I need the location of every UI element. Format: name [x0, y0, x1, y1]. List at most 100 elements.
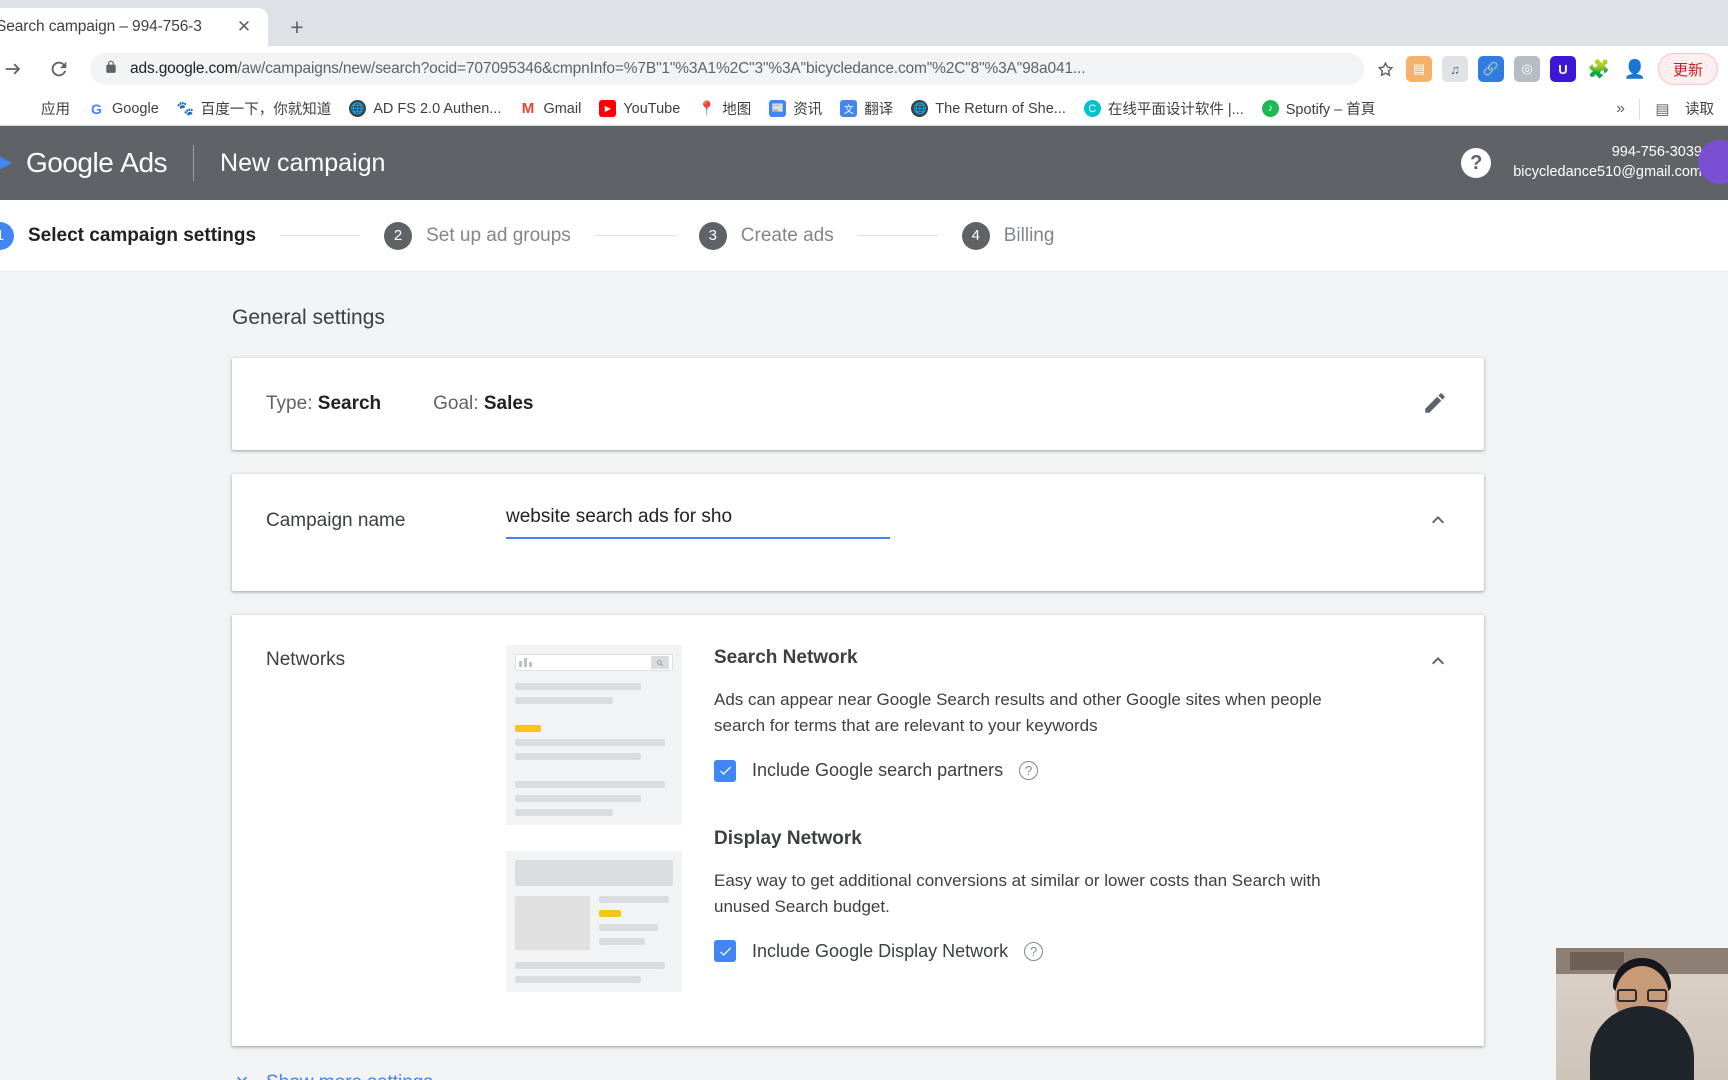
goal-label: Goal: [433, 393, 479, 414]
notes-extension-icon[interactable]: ▤ [1405, 56, 1432, 82]
apps-icon [17, 100, 34, 117]
address-bar[interactable]: ads.google.com/aw/campaigns/new/search?o… [90, 53, 1364, 85]
campaign-goal: Goal: Sales [433, 393, 533, 415]
display-network-description: Easy way to get additional conversions a… [714, 870, 1321, 917]
campaign-name-label: Campaign name [266, 510, 406, 531]
step-select-campaign-settings[interactable]: 1 Select campaign settings [0, 221, 256, 250]
step-number: 2 [384, 221, 413, 250]
help-question-icon[interactable]: ? [1024, 941, 1044, 961]
campaign-stepper: 1 Select campaign settings 2 Set up ad g… [0, 200, 1728, 272]
chevron-up-icon[interactable] [1426, 649, 1450, 673]
bookmark-item-translate[interactable]: 文 翻译 [831, 96, 902, 122]
spotify-icon: ♪ [1261, 100, 1279, 117]
bookmarks-overflow: » ▤ 读取 [1616, 98, 1720, 119]
checkbox-checked-icon[interactable] [714, 759, 736, 782]
bookmark-label: YouTube [623, 100, 681, 117]
browser-tab[interactable]: Search campaign – 994-756-3 ✕ [0, 8, 268, 46]
step-create-ads[interactable]: 3 Create ads [698, 221, 834, 250]
baidu-icon: 🐾 [176, 100, 194, 116]
show-more-settings-button[interactable]: Show more settings [232, 1070, 1484, 1080]
show-more-settings-label: Show more settings [266, 1072, 433, 1080]
update-button[interactable]: 更新 [1657, 53, 1718, 85]
step-number: 3 [698, 221, 727, 250]
display-network-checkbox-row[interactable]: Include Google Display Network ? [714, 940, 1450, 963]
thumb-bar [598, 896, 670, 903]
checkbox-checked-icon[interactable] [714, 940, 736, 963]
reload-icon[interactable] [42, 52, 76, 86]
bookmark-item-maps[interactable]: 📍 地图 [689, 96, 760, 122]
new-tab-icon[interactable]: + [278, 8, 316, 46]
search-partners-checkbox-row[interactable]: Include Google search partners ? [714, 759, 1450, 782]
help-icon[interactable]: ? [1461, 148, 1492, 178]
thumb-ad-badge [598, 910, 621, 917]
brand-ads-text: Ads [120, 147, 168, 178]
bookmark-item-news[interactable]: 📰 资讯 [760, 96, 831, 122]
campaign-type: Type: Search [266, 393, 381, 415]
step-number: 4 [961, 221, 990, 250]
type-value: Search [317, 393, 382, 414]
app-header: Google Ads New campaign ? 994-756-3039 bi… [0, 126, 1728, 200]
thumb-bar [515, 739, 666, 746]
profile-avatar-icon[interactable]: 👤 [1622, 56, 1648, 82]
translate-icon: 文 [840, 100, 858, 117]
account-info[interactable]: 994-756-3039 bicycledance510@gmail.com [1513, 143, 1702, 182]
display-network-label: Include Google Display Network [752, 940, 1009, 961]
bookmark-item-apps[interactable]: 应用 [8, 96, 79, 122]
close-icon[interactable]: ✕ [232, 15, 256, 39]
type-goal-card: Type: Search Goal: Sales [232, 358, 1484, 450]
thumb-ad-badge [515, 725, 541, 732]
page-title: New campaign [220, 148, 386, 177]
bookmark-item-return-of-she[interactable]: 🌐 The Return of She... [902, 96, 1075, 122]
globe-icon: 🌐 [911, 100, 929, 117]
step-label: Create ads [740, 224, 834, 246]
thumb-bar [515, 809, 613, 816]
google-ads-logo-icon [0, 143, 22, 183]
u-extension-icon[interactable]: U [1549, 56, 1576, 82]
bookmark-item-canva[interactable]: C 在线平面设计软件 |... [1075, 96, 1253, 122]
bookmarks-overflow-icon[interactable]: » [1616, 100, 1625, 118]
thumb-bar [515, 976, 642, 983]
extension-icons: ▤ ♫ 🔗 ◎ U 🧩 👤 [1405, 56, 1648, 82]
step-connector [857, 235, 938, 236]
bookmark-item-google[interactable]: G Google [79, 96, 168, 122]
type-label: Type: [266, 393, 313, 414]
main-content: General settings Type: Search Goal: Sale… [0, 272, 1728, 1080]
bookmark-item-gmail[interactable]: M Gmail [510, 96, 590, 122]
youtube-icon: ▶ [599, 100, 617, 117]
forward-arrow-icon[interactable] [0, 52, 30, 86]
campaign-name-input[interactable] [506, 506, 890, 539]
avatar[interactable] [1698, 140, 1728, 184]
pencil-icon[interactable] [1422, 390, 1450, 418]
networks-card: Networks Search Network Ads can appear n… [232, 615, 1484, 1046]
bookmark-label: 百度一下，你就知道 [200, 102, 332, 118]
campaign-name-field [506, 506, 890, 539]
step-set-up-ad-groups[interactable]: 2 Set up ad groups [384, 221, 571, 250]
bookmark-item-spotify[interactable]: ♪ Spotify – 首頁 [1253, 96, 1384, 122]
bookmark-item-adfs[interactable]: 🌐 AD FS 2.0 Authen... [340, 96, 510, 122]
bookmark-item-youtube[interactable]: ▶ YouTube [590, 96, 689, 122]
search-partners-label: Include Google search partners [752, 760, 1004, 781]
search-network-title: Search Network [714, 647, 858, 668]
display-network-title: Display Network [714, 827, 862, 849]
url-text: ads.google.com/aw/campaigns/new/search?o… [130, 60, 1350, 78]
step-billing[interactable]: 4 Billing [961, 221, 1054, 250]
reading-list-label[interactable]: 读取 [1685, 98, 1714, 119]
chevron-up-icon[interactable] [1426, 508, 1450, 532]
google-ads-brand: Google Ads [26, 147, 168, 179]
url-domain: ads.google.com [130, 60, 238, 77]
bookmark-label: Spotify – 首頁 [1285, 102, 1376, 118]
puzzle-extensions-icon[interactable]: 🧩 [1586, 56, 1612, 82]
bookmark-label: AD FS 2.0 Authen... [373, 100, 502, 117]
display-network-thumbnail [506, 851, 682, 992]
help-question-icon[interactable]: ? [1019, 761, 1039, 781]
reading-list-icon[interactable]: ▤ [1654, 100, 1671, 118]
networks-label: Networks [266, 649, 346, 670]
networks-body: Search Network Ads can appear near Googl… [506, 645, 1450, 1018]
thumb-bar [515, 697, 613, 704]
screenshot-extension-icon[interactable]: ◎ [1513, 56, 1540, 82]
bookmark-item-baidu[interactable]: 🐾 百度一下，你就知道 [168, 96, 341, 122]
link-extension-icon[interactable]: 🔗 [1477, 56, 1504, 82]
bookmark-star-icon[interactable] [1372, 60, 1400, 79]
header-right: ? 994-756-3039 bicycledance510@gmail.com [1461, 143, 1702, 182]
music-extension-icon[interactable]: ♫ [1441, 56, 1468, 82]
